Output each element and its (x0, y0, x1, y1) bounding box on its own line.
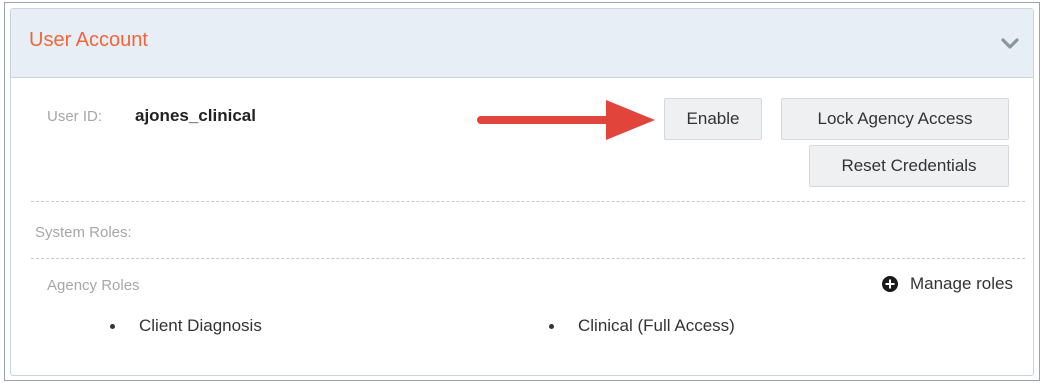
list-item: Clinical (Full Access) (549, 316, 735, 336)
panel-body: User ID: ajones_clinical Enable Lock Age… (11, 78, 1033, 375)
user-id-value: ajones_clinical (135, 106, 256, 125)
manage-roles-label: Manage roles (909, 274, 1013, 293)
divider (31, 258, 1025, 259)
lock-agency-access-button[interactable]: Lock Agency Access (781, 98, 1009, 140)
role-label: Clinical (Full Access) (578, 316, 735, 335)
plus-circle-icon (881, 276, 898, 292)
red-arrow-right-icon (477, 100, 655, 140)
user-id-label: User ID: (47, 108, 103, 125)
panel-header[interactable]: User Account (11, 9, 1033, 78)
window-frame: User Account User ID: ajones_clinical En… (4, 2, 1040, 381)
bullet-icon (110, 323, 115, 329)
reset-credentials-button[interactable]: Reset Credentials (809, 145, 1009, 187)
enable-button[interactable]: Enable (664, 98, 762, 140)
bullet-icon (549, 323, 554, 329)
chevron-down-icon[interactable] (1001, 37, 1019, 51)
system-roles-label: System Roles: (35, 224, 132, 241)
manage-roles-link[interactable]: Manage roles (881, 274, 1013, 294)
panel-title: User Account (29, 29, 148, 51)
divider (31, 201, 1025, 202)
user-account-panel: User Account User ID: ajones_clinical En… (10, 8, 1034, 376)
role-label: Client Diagnosis (139, 316, 262, 335)
list-item: Client Diagnosis (110, 316, 262, 336)
agency-roles-label: Agency Roles (47, 277, 140, 294)
